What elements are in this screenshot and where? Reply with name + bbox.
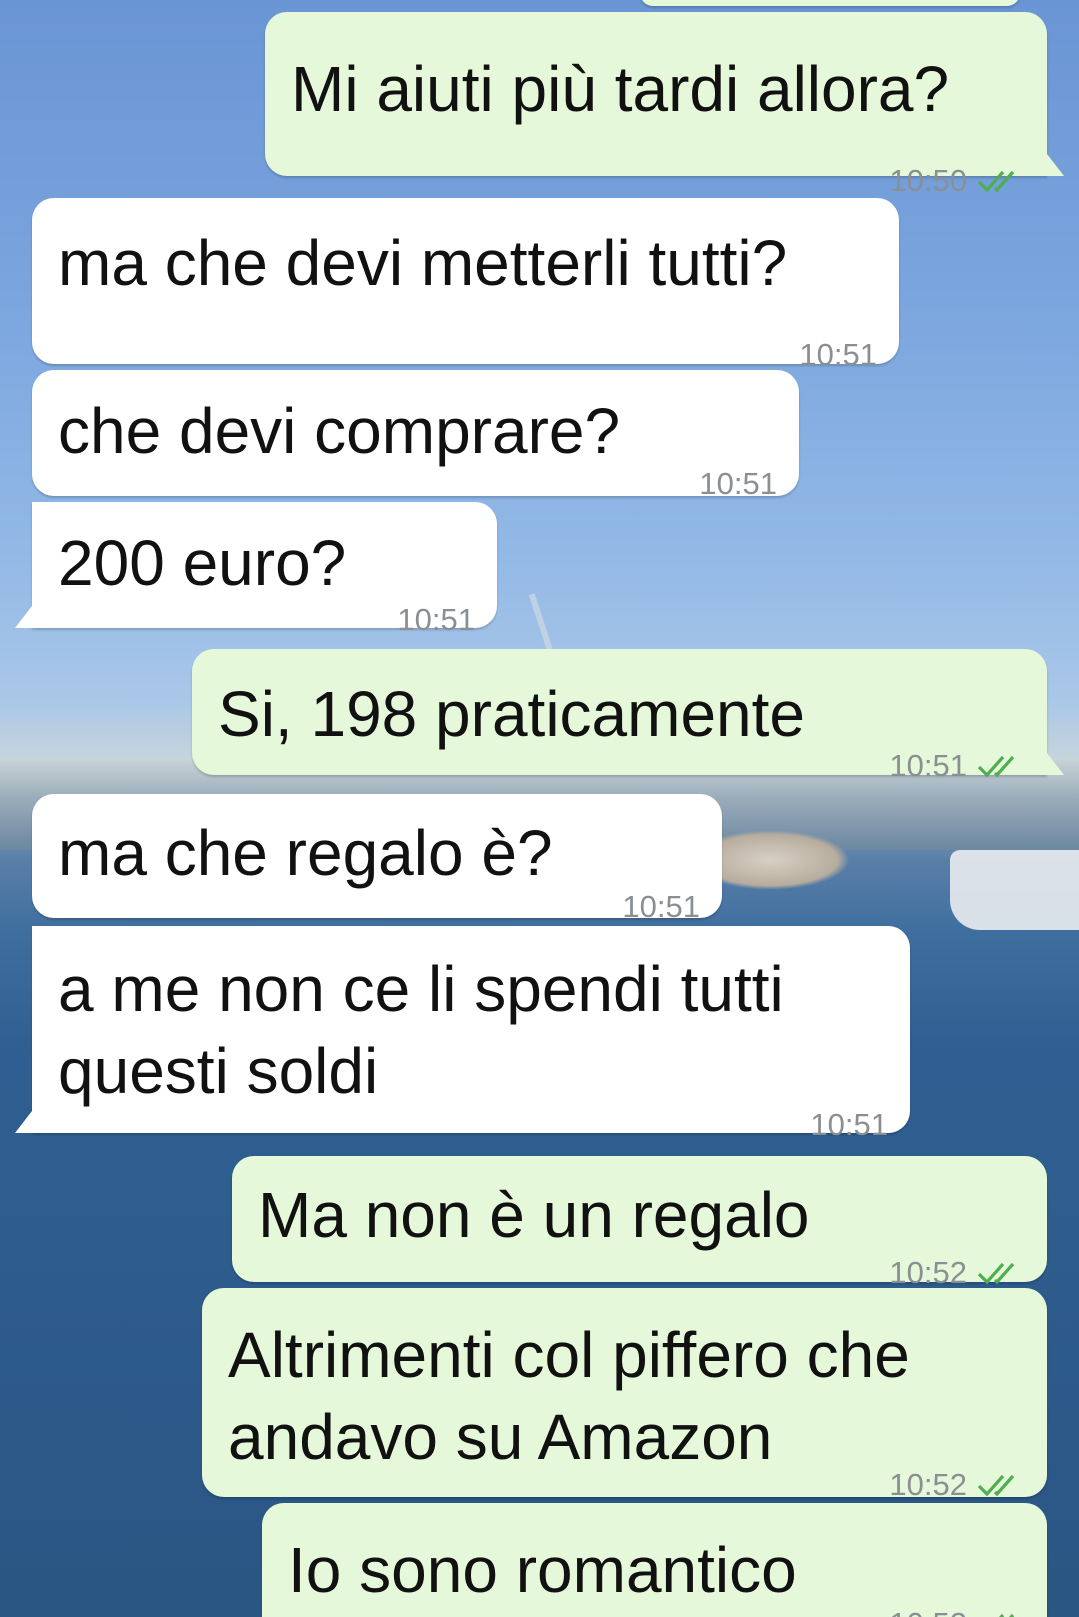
message-time: 10:51 <box>810 1107 888 1142</box>
message-list[interactable]: Mi aiuti più tardi allora? 10:50 ma che … <box>0 0 1079 1617</box>
double-check-icon <box>977 1260 1025 1286</box>
double-check-icon <box>977 1611 1025 1617</box>
message-time: 10:52 <box>889 1583 967 1617</box>
message-text: 200 euro? <box>58 527 347 599</box>
double-check-icon <box>977 168 1025 194</box>
message-text: che devi comprare? <box>58 395 621 467</box>
message-time: 10:51 <box>799 337 877 372</box>
message-text-line-2: questi soldi <box>58 1035 379 1107</box>
message-bubble-outgoing[interactable]: Io sono romantico 10:52 <box>262 1503 1047 1617</box>
message-bubble-outgoing[interactable]: Altrimenti col piffero che andavo su Ama… <box>202 1288 1047 1502</box>
message-text-line-2: andavo su Amazon <box>228 1401 773 1473</box>
message-time: 10:50 <box>889 163 967 198</box>
message-bubble-outgoing[interactable]: Mi aiuti più tardi allora? 10:50 <box>265 12 1064 198</box>
message-text: ma che devi metterli tutti? <box>58 227 788 299</box>
message-text: ma che regalo è? <box>58 817 553 889</box>
message-text: Io sono romantico <box>288 1534 797 1606</box>
message-bubble-incoming[interactable]: ma che devi metterli tutti? 10:51 <box>32 198 899 372</box>
message-bubble-incoming[interactable]: che devi comprare? 10:51 <box>32 370 799 501</box>
message-meta: 10:51 <box>889 725 1025 807</box>
message-meta: 10:51 <box>810 1084 888 1166</box>
message-meta: 10:52 <box>889 1583 1025 1617</box>
message-time: 10:51 <box>699 466 777 501</box>
message-bubble-partial[interactable] <box>640 0 1020 6</box>
message-meta: 10:51 <box>699 443 777 525</box>
message-bubble-incoming[interactable]: a me non ce li spendi tutti questi soldi… <box>15 926 910 1142</box>
double-check-icon <box>977 1472 1025 1498</box>
message-bubble-incoming[interactable]: 200 euro? 10:51 <box>15 502 497 637</box>
message-bubble-outgoing[interactable]: Si, 198 praticamente 10:51 <box>192 649 1064 783</box>
double-check-icon <box>977 753 1025 779</box>
message-meta: 10:51 <box>799 314 877 396</box>
message-text-line-1: a me non ce li spendi tutti <box>58 953 784 1025</box>
message-time: 10:51 <box>889 748 967 783</box>
message-text: Si, 198 praticamente <box>218 678 805 750</box>
message-text-line-1: Altrimenti col piffero che <box>228 1319 910 1391</box>
message-bubble-incoming[interactable]: ma che regalo è? 10:51 <box>32 794 722 924</box>
message-text: Mi aiuti più tardi allora? <box>291 53 950 125</box>
message-bubble-outgoing[interactable]: Ma non è un regalo 10:52 <box>232 1156 1047 1290</box>
message-meta: 10:50 <box>889 140 1025 222</box>
message-text: Ma non è un regalo <box>258 1179 810 1251</box>
